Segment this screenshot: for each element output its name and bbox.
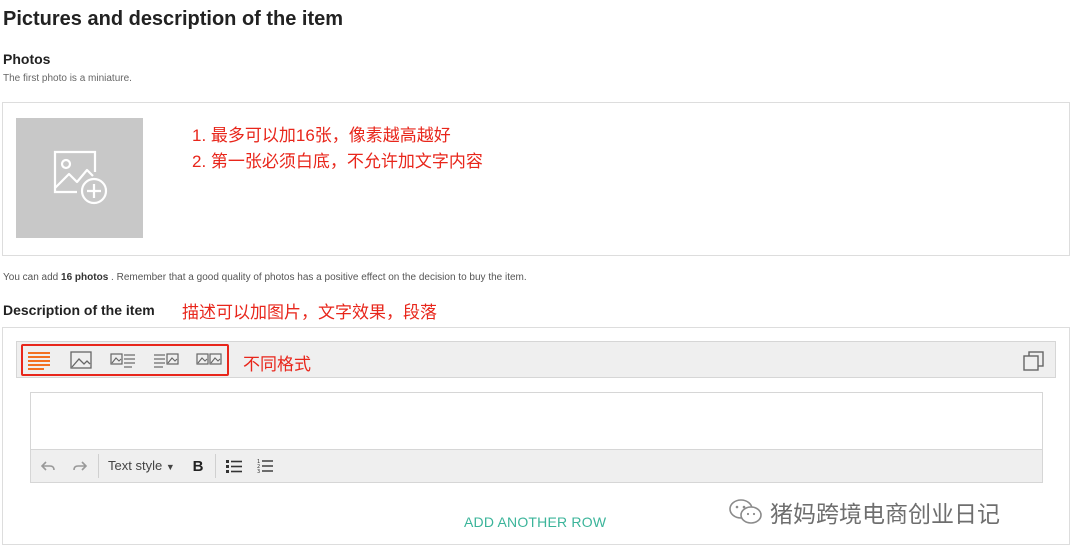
description-label: Description of the item — [3, 302, 155, 318]
toolbar-divider — [215, 454, 216, 478]
photos-limit-text: You can add 16 photos . Remember that a … — [3, 272, 527, 283]
photo-upload-area — [2, 102, 1070, 256]
caret-down-icon: ▼ — [165, 462, 175, 472]
photos-limit-suffix: . Remember that a good quality of photos… — [108, 272, 527, 283]
layout-buttons-highlight — [21, 344, 229, 376]
photos-hint: The first photo is a miniature. — [3, 73, 132, 84]
redo-button[interactable] — [72, 456, 88, 476]
text-style-dropdown[interactable]: Text style ▼ — [108, 458, 175, 473]
image-plus-icon — [53, 150, 108, 205]
add-another-row-button[interactable]: ADD ANOTHER ROW — [464, 514, 606, 530]
redo-icon — [73, 461, 87, 471]
svg-text:3: 3 — [257, 469, 260, 474]
page-title: Pictures and description of the item — [3, 8, 344, 30]
duplicate-row-button[interactable] — [1022, 350, 1046, 372]
watermark: 猪妈跨境电商创业日记 — [728, 495, 1000, 529]
undo-button[interactable] — [40, 456, 56, 476]
copy-icon — [1023, 351, 1044, 371]
editor-toolbar — [31, 449, 1042, 482]
description-annotation: 描述可以加图片，文字效果，段落 — [182, 303, 437, 322]
toolbar-divider — [98, 454, 99, 478]
bold-button[interactable]: B — [190, 456, 206, 476]
undo-icon — [41, 461, 55, 471]
wechat-icon — [729, 499, 762, 524]
photo-rule-annotation-2: 2. 第一张必须白底，不允许加文字内容 — [192, 152, 483, 171]
numbered-list-icon: 123 — [257, 459, 273, 474]
bullet-list-icon — [226, 460, 242, 473]
description-text-area[interactable] — [31, 393, 1042, 449]
photos-limit-count: 16 photos — [61, 272, 109, 283]
photos-label: Photos — [3, 51, 51, 67]
photos-limit-prefix: You can add — [3, 272, 62, 283]
bullet-list-button[interactable] — [225, 456, 243, 476]
numbered-list-button[interactable]: 123 — [256, 456, 274, 476]
photo-rule-annotation-1: 1. 最多可以加16张，像素越高越好 — [192, 126, 451, 145]
watermark-text: 猪妈跨境电商创业日记 — [770, 501, 1000, 527]
format-annotation: 不同格式 — [243, 355, 311, 374]
text-style-label: Text style — [108, 458, 163, 473]
add-photo-button[interactable] — [16, 118, 143, 238]
